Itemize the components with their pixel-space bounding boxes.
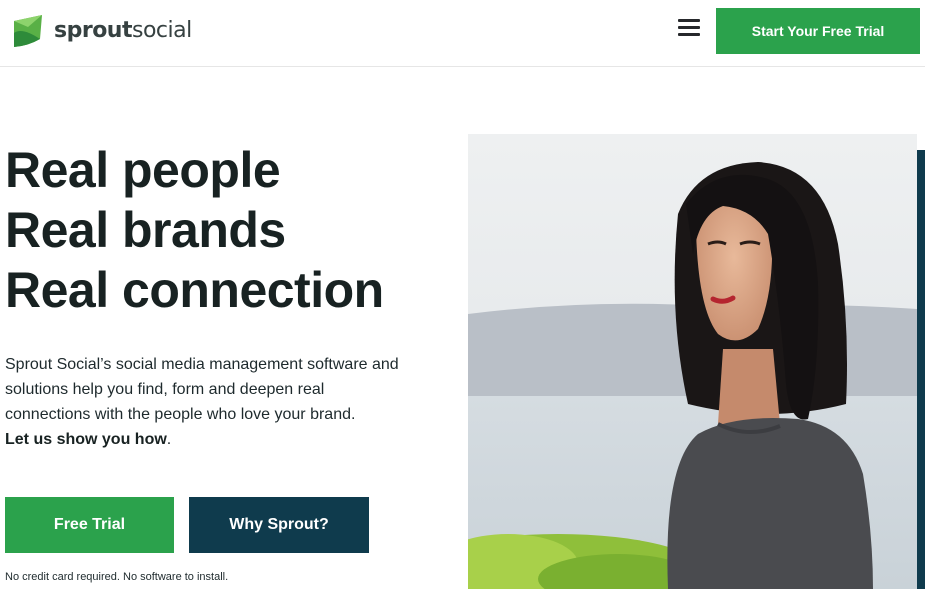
headline-line-3: Real connection [5,262,384,318]
hero-headline: Real people Real brands Real connection [5,140,384,320]
woman-portrait-image [468,134,917,589]
logo-word-bold: sprout [54,18,133,43]
hero-description-text: Sprout Social’s social media management … [5,356,399,423]
free-trial-button[interactable]: Free Trial [5,497,174,553]
start-free-trial-button[interactable]: Start Your Free Trial [716,8,920,54]
site-header: sprout social Start Your Free Trial [0,0,925,67]
logo-wordmark: sprout social [54,20,192,42]
hero-photo [468,134,917,589]
headline-line-1: Real people [5,142,281,198]
sprout-leaf-icon [14,15,42,47]
hamburger-menu-icon [678,18,700,22]
lede-period: . [166,431,172,448]
hamburger-menu-button[interactable] [676,16,702,40]
hamburger-bar [678,25,700,29]
hamburger-bar [678,32,700,36]
fineprint-text: No credit card required. No software to … [5,571,229,583]
logo-word-light: social [132,18,192,43]
show-you-how-text: Let us show you how [5,431,167,448]
sprout-social-logo[interactable]: sprout social [12,12,192,50]
why-sprout-button[interactable]: Why Sprout? [189,497,369,553]
headline-line-2: Real brands [5,202,286,258]
hero-description: Sprout Social’s social media management … [5,352,400,452]
photo-accent-edge [917,150,925,589]
